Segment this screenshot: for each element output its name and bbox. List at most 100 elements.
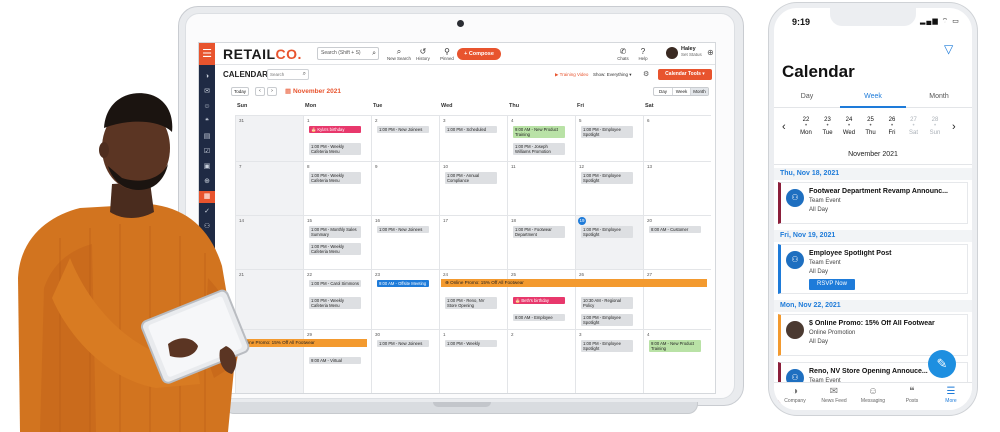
calendar-event[interactable]: 1:00 PM - New Joinees xyxy=(377,226,429,233)
day-cell[interactable]: 24 1:00 PM - Reno, NV Store Opening xyxy=(439,269,507,329)
online-promo-banner[interactable]: ⊕ Online Promo: 15% Off All Footwear xyxy=(441,279,707,287)
calendar-settings-icon[interactable]: ⚙ xyxy=(643,70,649,78)
calendar-event[interactable]: 1:00 PM - New Joinees xyxy=(377,126,429,133)
week-day[interactable]: 27 • Sat xyxy=(904,116,924,137)
event-card[interactable]: ⚇ Employee Spotlight Post Team Event All Da… xyxy=(778,244,968,294)
day-cell[interactable]: 30 1:00 PM - New Joinees xyxy=(371,329,439,393)
calendar-event[interactable]: 1:00 PM - Weekly Cafeteria Menu xyxy=(309,243,361,255)
day-cell[interactable]: 4 9:00 AM - New Product Training xyxy=(643,329,711,393)
view-week-button[interactable]: Week xyxy=(672,88,690,95)
day-cell[interactable]: 4 9:00 AM - New Product Training 1:00 PM -… xyxy=(507,115,575,161)
calendar-event[interactable]: 1:00 PM - New Joinees xyxy=(377,340,429,347)
posts-icon: ❝ xyxy=(909,386,915,397)
calendar-event[interactable]: 1:00 PM - Employee Spotlight xyxy=(581,314,633,326)
week-day[interactable]: 24 • Wed xyxy=(839,116,859,137)
calendar-event[interactable]: 1:00 PM - Joseph Williams Promotion xyxy=(513,143,565,155)
view-month-button[interactable]: Month xyxy=(690,88,708,95)
company-icon[interactable]: ◑ xyxy=(199,71,215,83)
tab-month[interactable]: Month xyxy=(906,93,972,100)
nav-posts[interactable]: ❝ Posts xyxy=(893,386,931,404)
day-cell[interactable]: 18 1:00 PM - Footwear Department xyxy=(507,215,575,269)
calendar-event[interactable]: 🎂 Kyla's birthday xyxy=(309,126,361,133)
calendar-event[interactable]: 9:00 AM - Virtual xyxy=(309,357,361,364)
rsvp-button[interactable]: RSVP Now xyxy=(809,279,855,290)
day-cell[interactable]: 9 xyxy=(371,161,439,215)
global-search-input[interactable]: Search (Shift + S) ⌕ xyxy=(317,47,379,60)
calendar-event[interactable]: 1:00 PM - Employee Spotlight xyxy=(581,340,633,352)
day-cell[interactable]: 3 1:00 PM - Scheduled xyxy=(439,115,507,161)
day-cell[interactable]: 27 xyxy=(643,269,711,329)
day-cell[interactable]: 3 1:00 PM - Employee Spotlight xyxy=(575,329,643,393)
calendar-event[interactable]: 1:00 PM - Monthly Sales Summary xyxy=(309,226,361,238)
day-cell[interactable]: 8 1:00 PM - Weekly Cafeteria Menu xyxy=(303,161,371,215)
day-cell[interactable]: 25 🎂 Beth's birthday 8:00 AM - Employee xyxy=(507,269,575,329)
day-cell[interactable]: 10 1:00 PM - Annual Compliance xyxy=(439,161,507,215)
calendar-event[interactable]: 9:00 AM - New Product Training xyxy=(649,340,701,352)
app-logo[interactable]: RETAILCO. xyxy=(223,47,302,61)
day-cell[interactable]: 26 10:30 AM - Regional Policy 1:00 PM - Em… xyxy=(575,269,643,329)
day-cell[interactable]: 17 xyxy=(439,215,507,269)
day-cell[interactable]: 2 xyxy=(507,329,575,393)
nav-news-feed[interactable]: ✉ News Feed xyxy=(815,386,853,404)
nav-company[interactable]: ◑ Company xyxy=(776,386,814,404)
day-cell[interactable]: 19 1:00 PM - Employee Spotlight xyxy=(575,215,643,269)
day-cell[interactable]: 13 xyxy=(643,161,711,215)
calendar-event[interactable]: 1:00 PM - Annual Compliance xyxy=(445,172,497,184)
language-globe-icon[interactable]: ⊕ xyxy=(707,48,714,57)
week-day[interactable]: 26 • Fri xyxy=(882,116,902,137)
tab-week[interactable]: Week xyxy=(840,93,906,100)
calendar-event[interactable]: 10:30 AM - Regional Policy xyxy=(581,297,633,309)
day-cell[interactable]: 16 1:00 PM - New Joinees xyxy=(371,215,439,269)
user-avatar[interactable] xyxy=(666,47,678,59)
day-cell[interactable]: 23 9:00 AM - Offsite Meeting xyxy=(371,269,439,329)
week-day[interactable]: 28 • Sun xyxy=(925,116,945,137)
day-cell[interactable]: 1 1:00 PM - Weekly xyxy=(439,329,507,393)
calendar-event[interactable]: 1:00 PM - Weekly Cafeteria Menu xyxy=(309,297,361,309)
hamburger-menu-icon[interactable]: ☰ xyxy=(199,43,215,65)
day-cell[interactable]: 2 1:00 PM - New Joinees xyxy=(371,115,439,161)
day-cell[interactable]: 11 xyxy=(507,161,575,215)
view-day-button[interactable]: Day xyxy=(654,88,672,95)
calendar-event[interactable]: 1:00 PM - Weekly Cafeteria Menu xyxy=(309,172,361,184)
show-filter-select[interactable]: Show: Everything ▾ xyxy=(593,72,632,78)
user-menu[interactable]: Haley Set Status xyxy=(681,46,702,58)
tab-day[interactable]: Day xyxy=(774,93,840,100)
next-week-button[interactable]: › xyxy=(952,121,956,133)
help-button[interactable]: ? Help xyxy=(629,47,657,61)
week-day[interactable]: 23 • Tue xyxy=(818,116,838,137)
day-cell[interactable]: 5 1:00 PM - Employee Spotlight xyxy=(575,115,643,161)
day-cell[interactable]: 22 1:00 PM - Carol Simmons 1:00 PM - Weekl… xyxy=(303,269,371,329)
calendar-tools-button[interactable]: Calendar Tools ▾ xyxy=(658,69,712,80)
day-number: 30 xyxy=(375,332,381,337)
new-event-fab[interactable]: ✎ xyxy=(928,350,956,378)
prev-week-button[interactable]: ‹ xyxy=(782,121,786,133)
training-video-link[interactable]: ▶ Training Video xyxy=(555,72,588,78)
calendar-event[interactable]: 1:00 PM - Weekly xyxy=(445,340,497,347)
nav-messaging[interactable]: ☺ Messaging xyxy=(854,386,892,404)
compose-button[interactable]: + Compose xyxy=(457,48,501,60)
calendar-event[interactable]: 1:00 PM - Scheduled xyxy=(445,126,497,133)
calendar-search-input[interactable]: Search ⌕ xyxy=(267,69,309,80)
week-day[interactable]: 25 • Thu xyxy=(861,116,881,137)
calendar-event[interactable]: 1:00 PM - Employee Spotlight xyxy=(581,226,633,238)
calendar-event[interactable]: 1:00 PM - Employee Spotlight xyxy=(581,172,633,184)
calendar-event[interactable]: 8:00 AM - Customer xyxy=(649,226,701,233)
calendar-event[interactable]: 9:00 AM - New Product Training xyxy=(513,126,565,138)
calendar-event[interactable]: 1:00 PM - Footwear Department xyxy=(513,226,565,238)
calendar-event[interactable]: 1:00 PM - Carol Simmons xyxy=(309,280,361,287)
calendar-event[interactable]: 1:00 PM - Employee Spotlight xyxy=(581,126,633,138)
calendar-event[interactable]: 1:00 PM - Reno, NV Store Opening xyxy=(445,297,497,309)
day-cell[interactable]: 15 1:00 PM - Monthly Sales Summary 1:00 PM… xyxy=(303,215,371,269)
filter-icon[interactable]: ▽ xyxy=(944,42,953,56)
calendar-event[interactable]: 🎂 Beth's birthday xyxy=(513,297,565,304)
week-day[interactable]: 22 • Mon xyxy=(796,116,816,137)
calendar-event[interactable]: 9:00 AM - Offsite Meeting xyxy=(377,280,429,287)
day-cell[interactable]: 6 xyxy=(643,115,711,161)
calendar-event[interactable]: 8:00 AM - Employee xyxy=(513,314,565,321)
nav-more[interactable]: ☰ More xyxy=(932,386,970,404)
day-cell[interactable]: 1 🎂 Kyla's birthday 1:00 PM - Weekly Cafet… xyxy=(303,115,371,161)
event-card[interactable]: ⚇ Footwear Department Revamp Announc... Te… xyxy=(778,182,968,224)
calendar-event[interactable]: 1:00 PM - Weekly Cafeteria Menu xyxy=(309,143,361,155)
day-cell[interactable]: 12 1:00 PM - Employee Spotlight xyxy=(575,161,643,215)
day-cell[interactable]: 20 8:00 AM - Customer xyxy=(643,215,711,269)
